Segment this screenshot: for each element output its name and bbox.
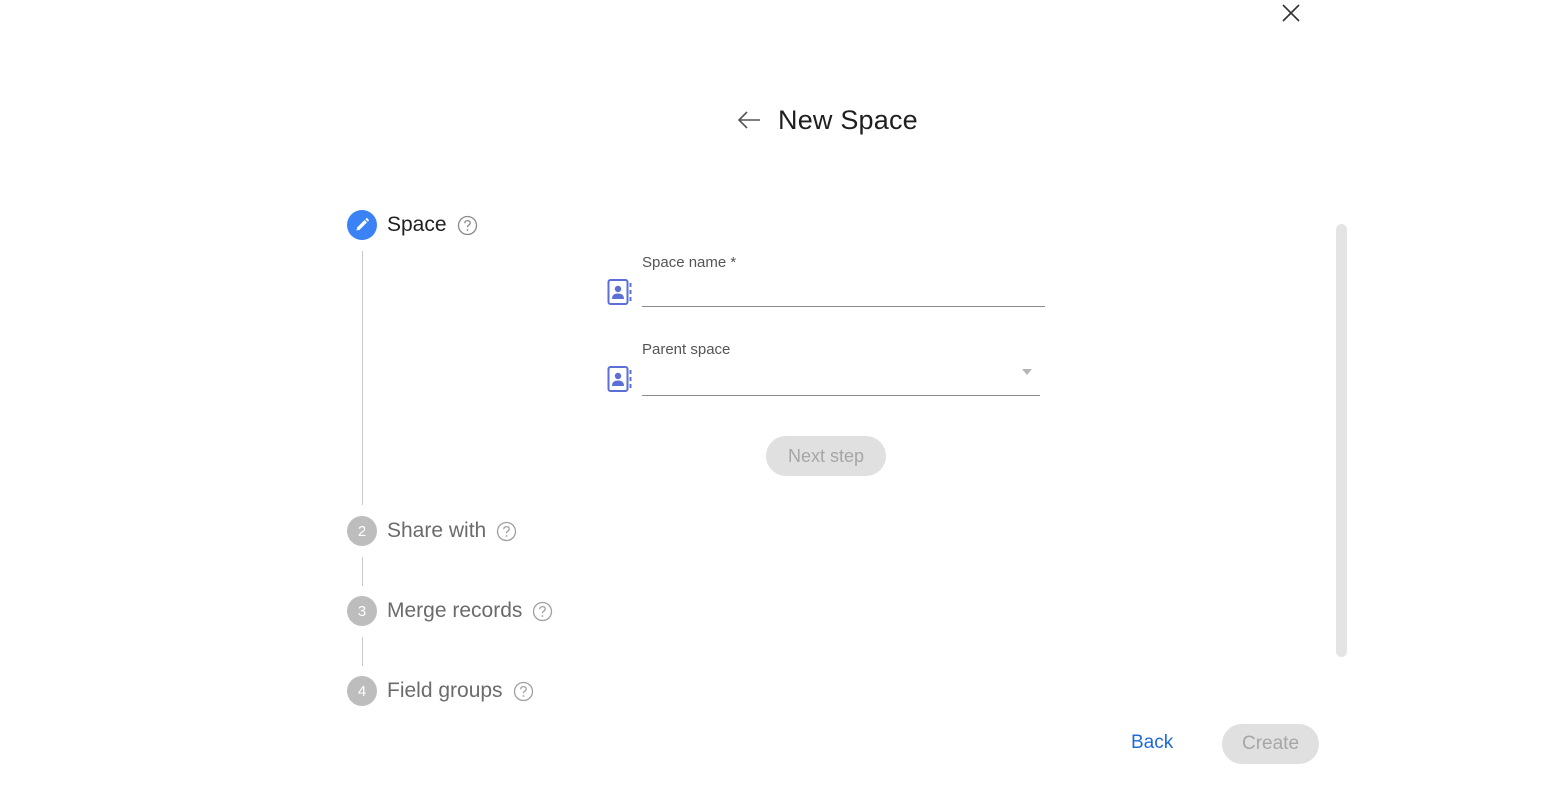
step-label: Share with [387,519,487,542]
step-label: Merge records [387,599,523,622]
step-connector [362,251,363,505]
step-connector [362,637,363,666]
step-number: 2 [347,516,377,546]
question-circle-icon[interactable] [532,601,553,622]
close-icon[interactable] [1279,1,1303,25]
question-circle-icon[interactable] [496,521,517,542]
space-name-label: Space name * [642,254,737,271]
contact-book-icon [607,365,633,393]
parent-space-field: Parent space [607,339,1047,399]
step-field-groups[interactable]: 4 Field groups [347,676,534,706]
dialog-header: New Space [735,100,918,140]
step-label: Space [387,213,447,236]
new-space-dialog: New Space Space 2 Share with 3 Merge rec… [0,0,1545,788]
next-step-button[interactable]: Next step [766,436,886,476]
step-merge-records[interactable]: 3 Merge records [347,596,553,626]
question-circle-icon[interactable] [457,215,478,236]
space-name-input[interactable] [642,280,1045,307]
step-label: Field groups [387,679,503,702]
step-number: 4 [347,676,377,706]
arrow-left-icon[interactable] [735,106,763,134]
page-title: New Space [778,104,918,135]
parent-space-label: Parent space [642,341,731,358]
step-share-with[interactable]: 2 Share with [347,516,517,546]
step-connector [362,557,363,586]
chevron-down-icon[interactable] [1022,369,1032,375]
back-button[interactable]: Back [1131,732,1173,754]
create-button[interactable]: Create [1222,724,1319,764]
space-name-field: Space name * [607,252,1047,312]
contact-book-icon [607,278,633,306]
pencil-icon [347,210,377,240]
question-circle-icon[interactable] [513,681,534,702]
scrollbar[interactable] [1336,224,1347,657]
step-space[interactable]: Space [347,210,478,240]
step-number: 3 [347,596,377,626]
parent-space-select[interactable] [642,369,1040,396]
